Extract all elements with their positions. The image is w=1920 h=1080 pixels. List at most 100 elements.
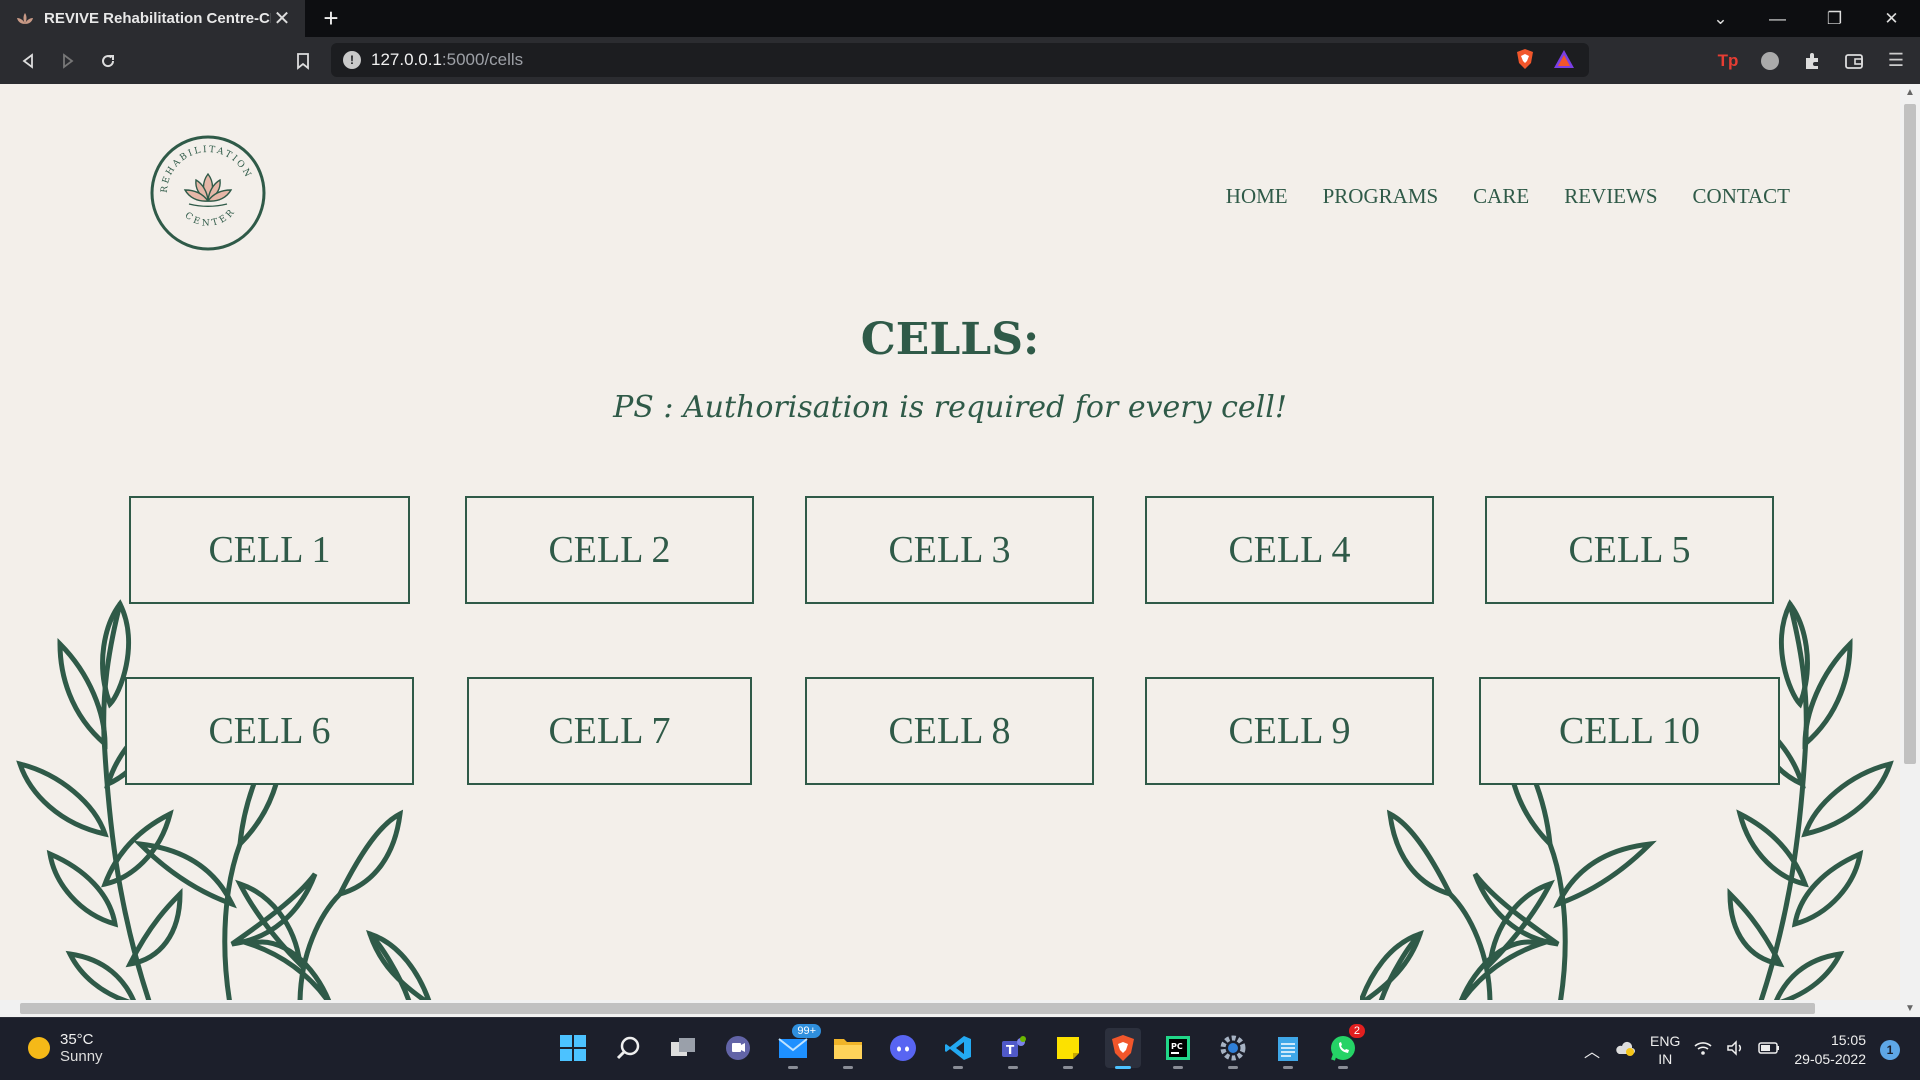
cell-10-button[interactable]: CELL 10 [1479,677,1780,785]
nav-reviews[interactable]: REVIEWS [1564,184,1657,209]
browser-tabbar: REVIVE Rehabilitation Centre-CELLS ✕ + ⌄… [0,0,1920,37]
cell-8-button[interactable]: CELL 8 [805,677,1094,785]
whatsapp-badge: 2 [1348,1024,1365,1038]
vscode-icon[interactable] [940,1028,976,1069]
logo-text-bottom: CENTER [183,206,236,229]
restore-icon[interactable]: ❐ [1806,0,1863,37]
url-path: :5000/cells [441,50,524,69]
running-indicator [1228,1066,1238,1069]
volume-icon[interactable] [1726,1040,1744,1059]
tab-close-icon[interactable]: ✕ [271,8,293,30]
running-indicator [953,1066,963,1069]
site-info-icon[interactable]: ! [343,51,361,69]
weather-widget[interactable]: 35°C Sunny [28,1031,103,1065]
language-bottom: IN [1658,1050,1673,1067]
weather-condition: Sunny [60,1048,103,1065]
cell-1-button[interactable]: CELL 1 [129,496,410,604]
nav-home[interactable]: HOME [1226,184,1288,209]
close-window-icon[interactable]: ✕ [1863,0,1920,37]
nav-programs[interactable]: PROGRAMS [1323,184,1439,209]
cell-2-button[interactable]: CELL 2 [465,496,754,604]
scroll-down-icon[interactable]: ▼ [1905,1003,1915,1014]
brave-rewards-icon[interactable] [1553,49,1575,74]
toolbar-extensions: Tp ☰ [1714,37,1910,84]
wifi-icon[interactable] [1694,1040,1712,1059]
lotus-icon [183,172,233,207]
mail-badge: 99+ [792,1024,821,1038]
brave-shields-icon[interactable] [1515,48,1535,75]
cell-9-button[interactable]: CELL 9 [1145,677,1434,785]
vertical-scroll-thumb[interactable] [1904,104,1916,764]
right-leaf-decoration-icon [1360,599,1894,1000]
taskbar-apps: 99+ T PC 2 [555,1024,1365,1069]
horizontal-scrollbar[interactable] [0,1000,1900,1017]
back-icon[interactable] [8,41,48,81]
notepad-icon[interactable] [1270,1028,1306,1069]
running-indicator [1338,1066,1348,1069]
wallet-icon[interactable] [1840,47,1868,75]
running-indicator [1173,1066,1183,1069]
svg-text:T: T [1006,1043,1015,1057]
onedrive-icon[interactable] [1614,1040,1636,1059]
menu-icon[interactable]: ☰ [1882,47,1910,75]
sticky-notes-icon[interactable] [1050,1028,1086,1069]
scroll-up-icon[interactable]: ▲ [1905,87,1915,98]
nav-care[interactable]: CARE [1473,184,1529,209]
svg-text:CENTER: CENTER [183,206,239,229]
running-indicator [1008,1066,1018,1069]
clock[interactable]: 15:05 29-05-2022 [1794,1031,1866,1069]
language-indicator[interactable]: ENG IN [1650,1032,1680,1068]
tab-title: REVIVE Rehabilitation Centre-CELLS [44,10,271,27]
vpn-extension-icon[interactable] [1756,47,1784,75]
page-viewport: REHABILITATION CENTER HOME PROGRAMS CARE… [0,84,1900,1000]
pycharm-icon[interactable]: PC [1160,1028,1196,1069]
window-controls: ⌄ — ❐ ✕ [1692,0,1920,37]
bookmark-icon[interactable] [283,41,323,81]
horizontal-scroll-thumb[interactable] [20,1003,1815,1014]
clock-time: 15:05 [1830,1031,1866,1048]
svg-text:PC: PC [1171,1042,1183,1051]
cell-4-button[interactable]: CELL 4 [1145,496,1434,604]
task-view-icon[interactable] [665,1028,701,1068]
forward-icon[interactable] [48,41,88,81]
cell-5-button[interactable]: CELL 5 [1485,496,1774,604]
new-tab-icon[interactable]: + [311,0,351,37]
tab-search-chevron-icon[interactable]: ⌄ [1692,0,1749,37]
reload-icon[interactable] [88,41,128,81]
search-icon[interactable] [610,1028,646,1068]
rehabilitation-center-logo[interactable]: REHABILITATION CENTER [149,134,267,252]
cell-7-button[interactable]: CELL 7 [467,677,752,785]
minimize-icon[interactable]: — [1749,0,1806,37]
cell-6-button[interactable]: CELL 6 [125,677,414,785]
lotus-favicon-icon [16,10,34,28]
running-indicator [843,1066,853,1069]
left-leaf-decoration-icon [16,599,432,1000]
battery-icon[interactable] [1758,1041,1780,1058]
vertical-scrollbar[interactable]: ▲ ▼ [1900,84,1920,1017]
teams-chat-icon[interactable] [720,1028,756,1068]
address-bar[interactable]: ! 127.0.0.1:5000/cells [331,43,1589,77]
page-title: CELLS: [860,314,1040,365]
url-host: 127.0.0.1 [371,50,442,69]
cell-3-button[interactable]: CELL 3 [805,496,1094,604]
brave-browser-icon[interactable] [1105,1028,1141,1069]
discord-icon[interactable] [885,1028,921,1068]
settings-gear-icon[interactable] [1215,1028,1251,1069]
browser-tab[interactable]: REVIVE Rehabilitation Centre-CELLS ✕ [0,0,305,37]
tp-extension-icon[interactable]: Tp [1714,47,1742,75]
running-indicator [1063,1066,1073,1069]
running-indicator [1115,1066,1131,1069]
nav-contact[interactable]: CONTACT [1693,184,1790,209]
sun-icon [28,1037,50,1059]
teams-icon[interactable]: T [995,1028,1031,1069]
notification-count[interactable]: 1 [1880,1039,1900,1060]
extensions-puzzle-icon[interactable] [1798,47,1826,75]
whatsapp-icon[interactable]: 2 [1325,1024,1365,1069]
windows-start-icon[interactable] [555,1028,591,1068]
system-tray: ︿ ENG IN 15:05 29-05-2022 1 [1584,1018,1900,1080]
file-explorer-icon[interactable] [830,1028,866,1069]
browser-toolbar: ! 127.0.0.1:5000/cells Tp ☰ [0,37,1920,84]
windows-taskbar: 35°C Sunny 99+ T PC 2 ︿ ENG IN 15:05 29-… [0,1017,1920,1080]
mail-icon[interactable]: 99+ [775,1024,821,1069]
chevron-up-icon[interactable]: ︿ [1584,1038,1600,1062]
